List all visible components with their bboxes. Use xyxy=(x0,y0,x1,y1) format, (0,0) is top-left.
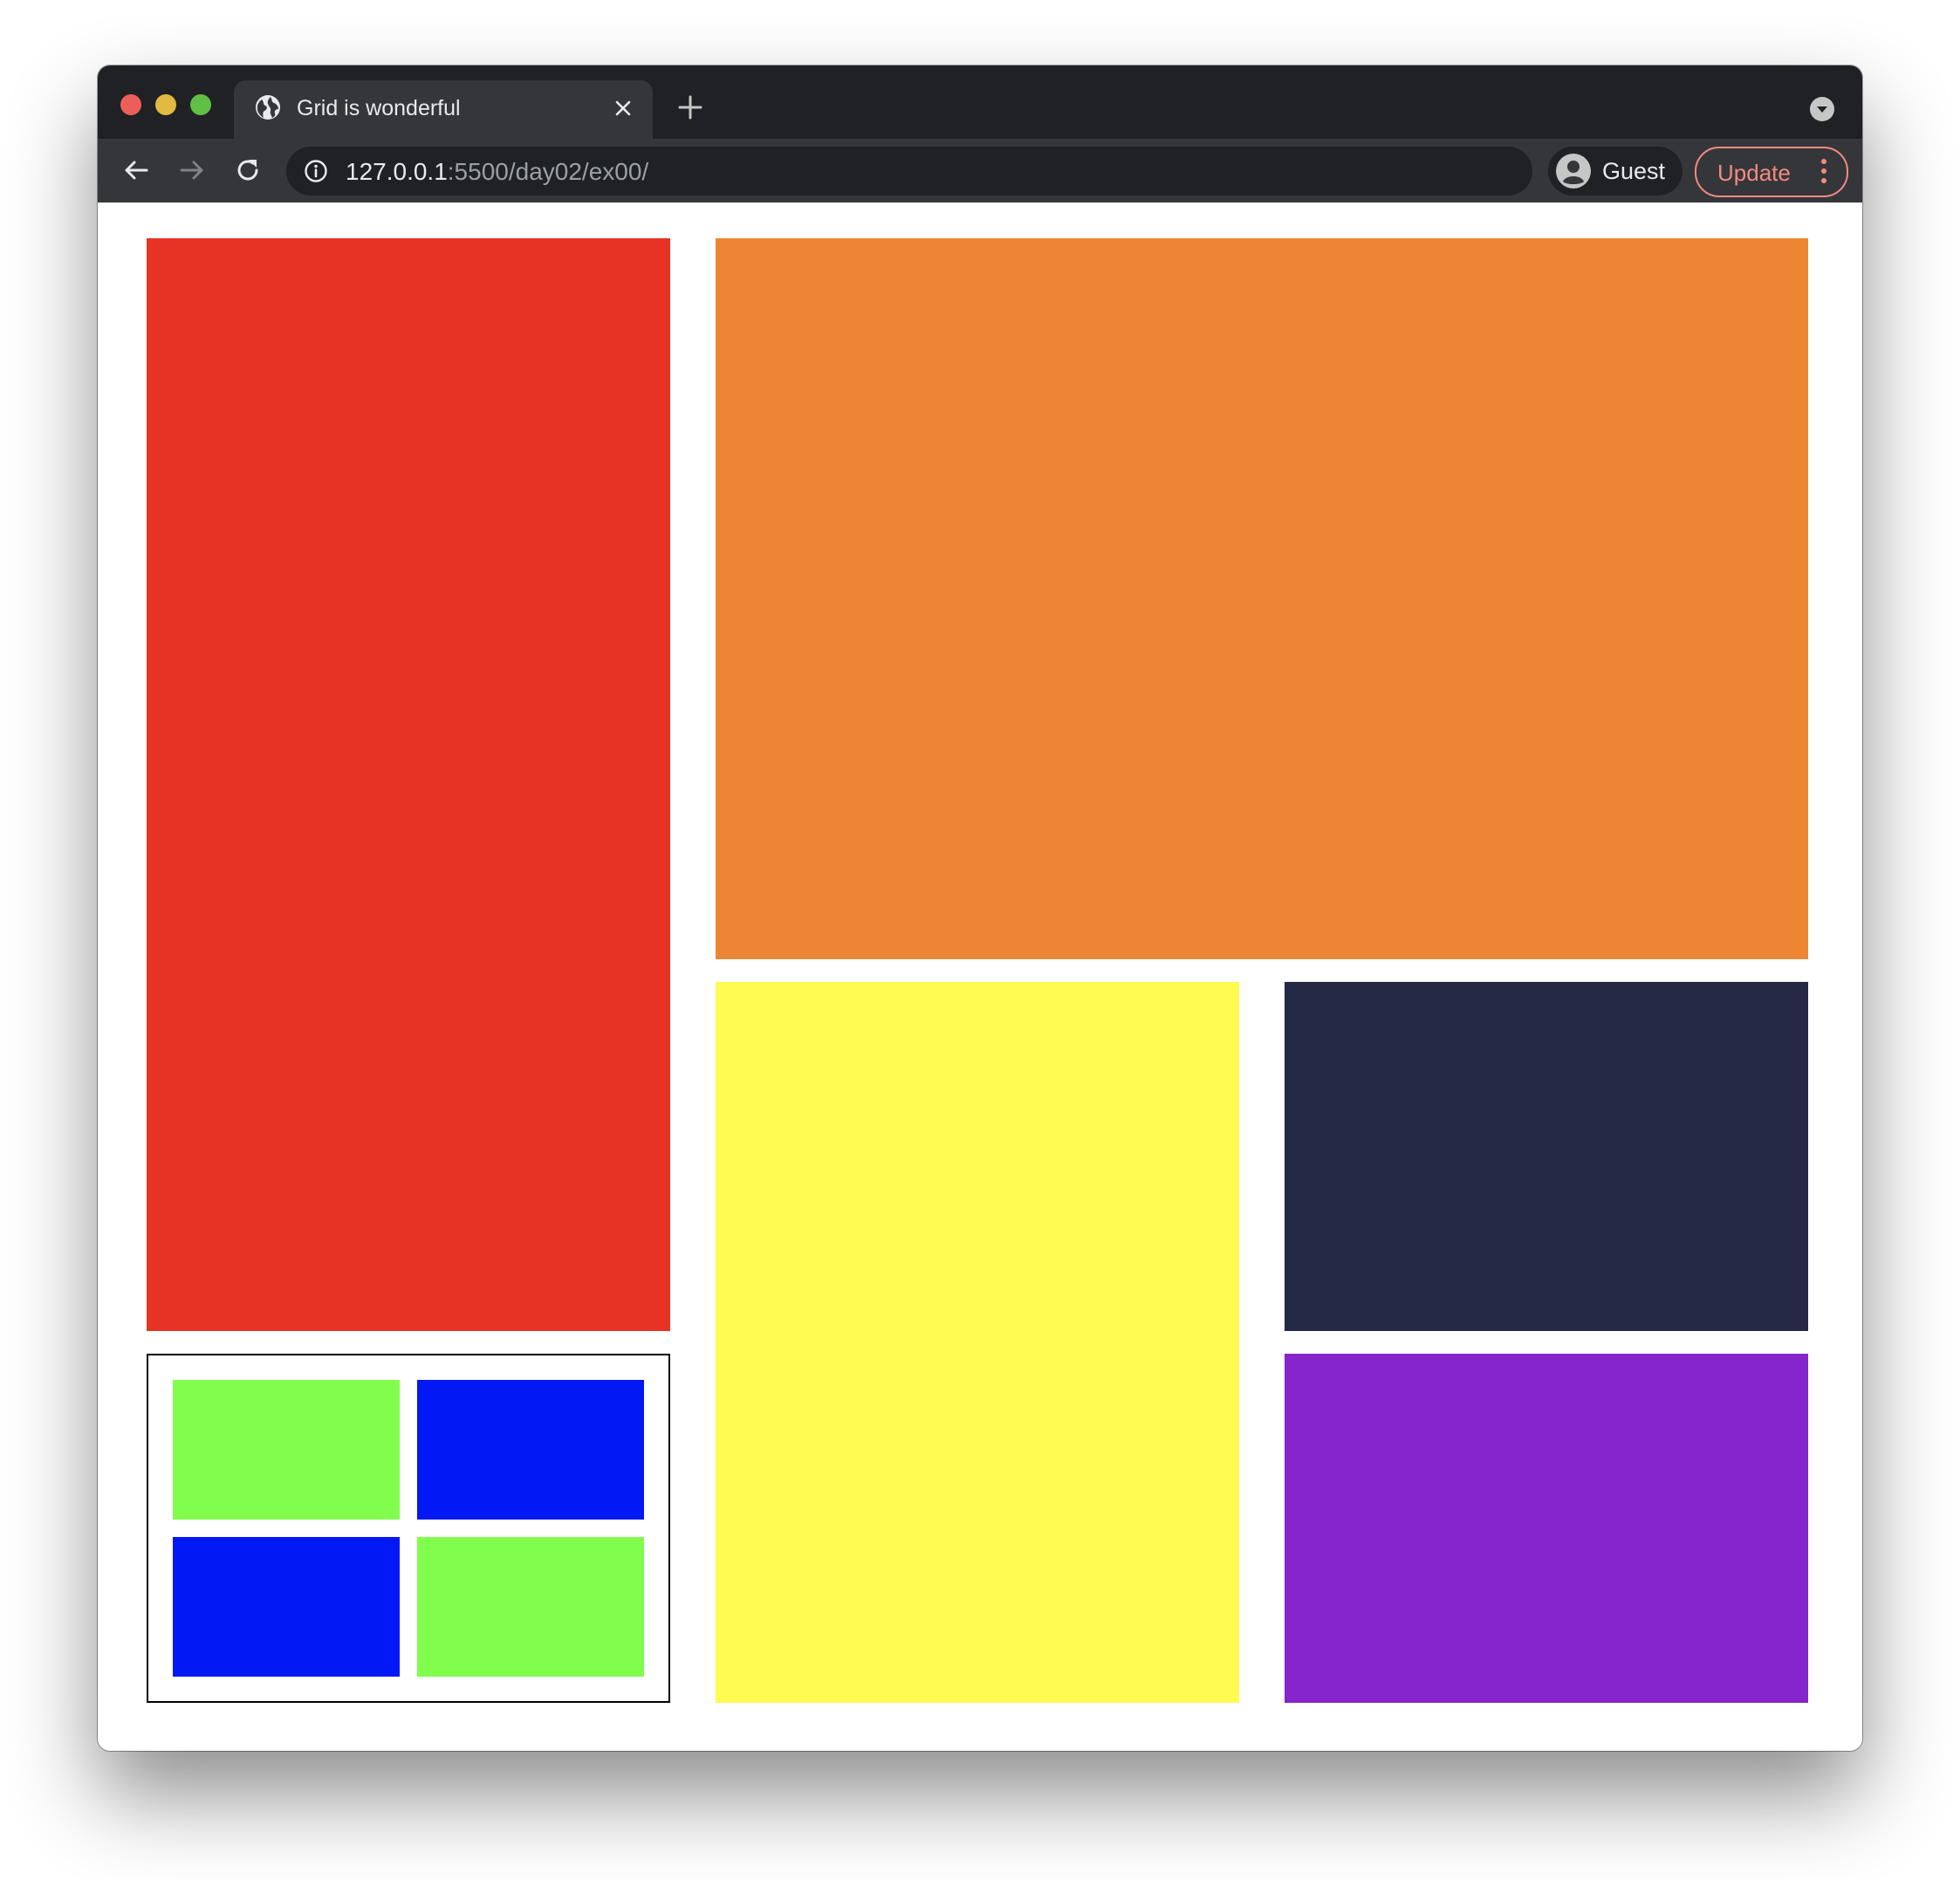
avatar-icon xyxy=(1556,154,1591,189)
maximize-window-button[interactable] xyxy=(190,94,211,115)
new-tab-button[interactable] xyxy=(677,94,703,120)
navy-block xyxy=(1285,982,1808,1331)
update-button[interactable]: Update xyxy=(1695,147,1848,197)
nested-grid xyxy=(147,1354,670,1703)
address-bar[interactable]: 127.0.0.1:5500/day02/ex00/ xyxy=(286,147,1532,196)
purple-block xyxy=(1285,1354,1808,1703)
url-host: 127.0.0.1 xyxy=(346,158,448,185)
update-label: Update xyxy=(1717,160,1791,186)
browser-window: Grid is wonderful 127.0.0.1:5500/day02/e… xyxy=(98,65,1862,1751)
minimize-window-button[interactable] xyxy=(155,94,176,115)
page-content xyxy=(98,202,1862,1751)
back-arrow-icon[interactable] xyxy=(120,154,152,186)
url-text: 127.0.0.1:5500/day02/ex00/ xyxy=(346,158,648,186)
tab-active[interactable]: Grid is wonderful xyxy=(234,80,653,139)
reload-icon[interactable] xyxy=(232,154,264,186)
chevron-down-icon xyxy=(1817,106,1827,113)
yellow-block xyxy=(716,982,1239,1703)
tab-title: Grid is wonderful xyxy=(297,96,461,120)
red-block xyxy=(147,238,670,1331)
nested-cell-blue xyxy=(417,1380,644,1520)
globe-icon xyxy=(256,95,280,120)
tab-bar: Grid is wonderful xyxy=(98,65,1862,139)
info-icon[interactable] xyxy=(304,159,328,183)
profile-button[interactable]: Guest xyxy=(1548,147,1682,196)
nested-cell-blue xyxy=(173,1537,400,1677)
nested-cell-green xyxy=(417,1537,644,1677)
toolbar: 127.0.0.1:5500/day02/ex00/ Guest Update xyxy=(98,139,1862,202)
orange-block xyxy=(716,238,1808,959)
close-icon[interactable] xyxy=(611,96,635,120)
close-window-button[interactable] xyxy=(120,94,141,115)
tab-search-button[interactable] xyxy=(1810,97,1834,121)
url-path: :5500/day02/ex00/ xyxy=(447,158,649,185)
nested-cell-green xyxy=(173,1380,400,1520)
more-vertical-icon[interactable] xyxy=(1820,159,1827,185)
forward-arrow-icon[interactable] xyxy=(176,154,208,186)
profile-label: Guest xyxy=(1602,158,1666,184)
